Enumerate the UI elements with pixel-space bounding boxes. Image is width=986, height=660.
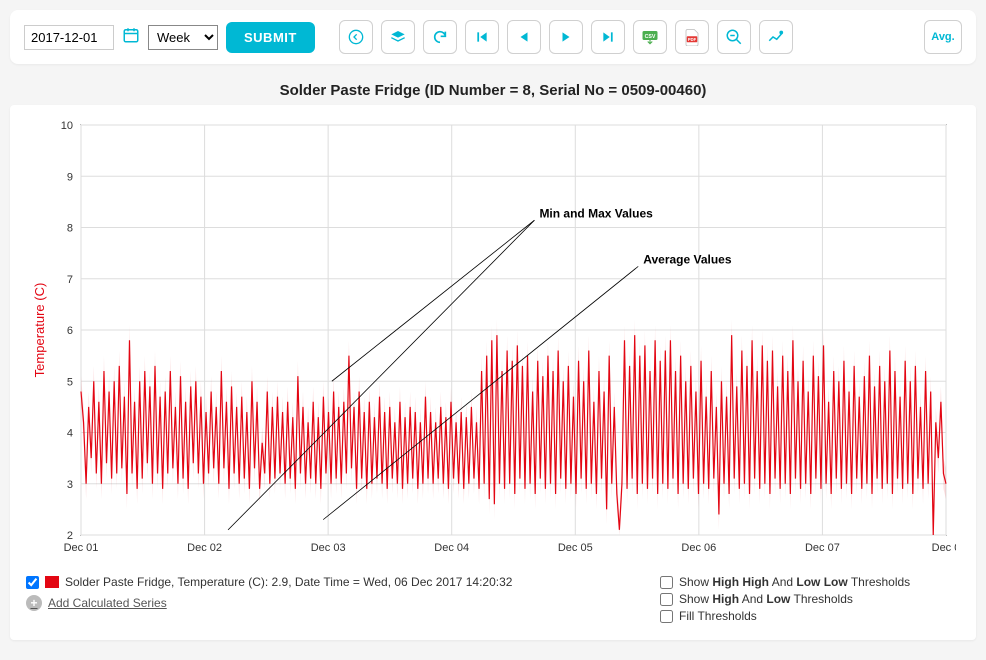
chart-title: Solder Paste Fridge (ID Number = 8, Seri… [10,82,976,99]
first-icon[interactable] [465,20,499,54]
show-hhll-label: Show High High And Low Low Thresholds [679,575,910,589]
show-hl-label: Show High And Low Thresholds [679,592,853,606]
svg-text:Dec 03: Dec 03 [311,542,346,554]
svg-text:8: 8 [67,223,73,235]
period-select[interactable]: Week [148,25,218,50]
svg-text:Dec 02: Dec 02 [187,542,222,554]
refresh-icon[interactable] [423,20,457,54]
plus-icon: + [26,595,42,611]
fill-thresholds-checkbox[interactable] [660,610,673,623]
svg-text:Dec 05: Dec 05 [558,542,593,554]
prev-icon[interactable] [507,20,541,54]
top-toolbar: Week SUBMIT CSV PDF Avg. [10,10,976,64]
svg-text:Dec 04: Dec 04 [434,542,469,554]
legend-checkbox[interactable] [26,576,39,589]
svg-text:Dec 01: Dec 01 [64,542,99,554]
svg-text:10: 10 [61,120,73,132]
legend-swatch [45,576,59,588]
svg-text:Min and Max Values: Min and Max Values [539,206,653,220]
last-icon[interactable] [591,20,625,54]
svg-text:4: 4 [67,428,73,440]
svg-text:CSV: CSV [644,34,655,40]
svg-text:Dec 0: Dec 0 [932,542,956,554]
svg-text:2: 2 [67,530,73,542]
pdf-export-icon[interactable]: PDF [675,20,709,54]
date-input[interactable] [24,25,114,50]
svg-text:5: 5 [67,376,73,388]
layers-icon[interactable] [381,20,415,54]
chart-footer: Solder Paste Fridge, Temperature (C): 2.… [26,575,960,626]
calendar-icon[interactable] [122,26,140,49]
svg-text:9: 9 [67,171,73,183]
zoom-out-icon[interactable] [717,20,751,54]
avg-button[interactable]: Avg. [924,20,962,54]
back-arrow-icon[interactable] [339,20,373,54]
legend-item: Solder Paste Fridge, Temperature (C): 2.… [26,575,660,589]
next-icon[interactable] [549,20,583,54]
svg-text:Dec 06: Dec 06 [681,542,716,554]
svg-text:6: 6 [67,325,73,337]
svg-text:Temperature (C): Temperature (C) [32,283,47,378]
show-hl-checkbox[interactable] [660,593,673,606]
svg-text:PDF: PDF [688,37,697,42]
svg-text:3: 3 [67,479,73,491]
add-calculated-series-link[interactable]: + Add Calculated Series [26,595,660,611]
svg-text:Dec 07: Dec 07 [805,542,840,554]
submit-button[interactable]: SUBMIT [226,22,315,53]
fill-thresholds-label: Fill Thresholds [679,609,757,623]
csv-export-icon[interactable]: CSV [633,20,667,54]
legend-text: Solder Paste Fridge, Temperature (C): 2.… [65,575,512,589]
show-hhll-checkbox[interactable] [660,576,673,589]
chart-card: 2 3 4 5 6 7 8 9 10 Dec 01 Dec 02 Dec 03 Dec 04 Dec 05… [10,105,976,640]
chart-settings-icon[interactable] [759,20,793,54]
line-chart: 2 3 4 5 6 7 8 9 10 Dec 01 Dec 02 Dec 03 Dec 04 Dec 05… [26,115,956,565]
svg-text:Average Values: Average Values [643,252,732,266]
svg-text:7: 7 [67,274,73,286]
